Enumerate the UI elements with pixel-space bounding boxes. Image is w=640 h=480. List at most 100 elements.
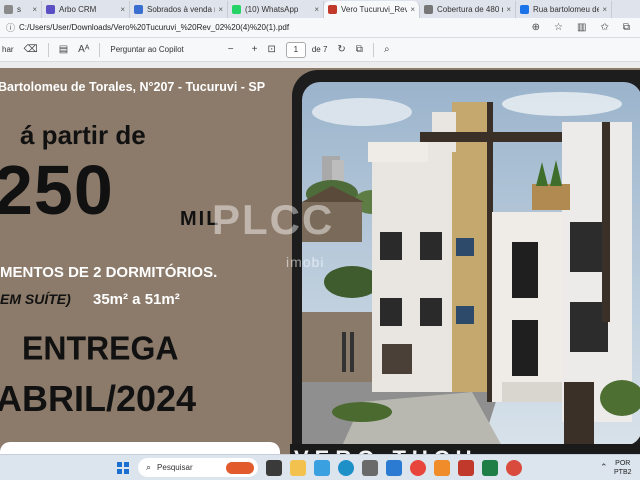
tab-favicon-icon [46,5,55,14]
browser-tab[interactable]: Arbo CRM × [42,1,130,18]
apartments-line: MENTOS DE 2 DORMITÓRIOS. [0,264,218,281]
from-label: á partir de [20,120,146,150]
bottom-banner: VERO TUCU [290,444,640,454]
browser-tab[interactable]: Cobertura de 480 m²× [420,1,516,18]
tab-label: Cobertura de 480 m² [437,5,503,14]
tray-lang: POR [615,460,631,467]
copilot-label: Perguntar ao Copilot [110,45,184,54]
tab-label: Rua bartolomeu de t [533,5,600,14]
address-bar: ⓘ C:/Users/User/Downloads/Vero%20Tucuruv… [0,18,640,38]
language-indicator[interactable]: POR PTB2 [614,459,632,477]
tab-label: Vero Tucuruvi_Rev_0 [341,5,407,14]
search-pdf-button[interactable]: ⌕ [384,44,390,55]
price-value: 250 [0,151,114,229]
pdf-toolbar: har ⌫ ▤ Aᴬ Perguntar ao Copilot − + ⊡ 1 … [0,38,640,62]
tab-close-icon[interactable]: × [410,5,415,14]
app-orange-icon[interactable] [434,460,450,476]
search-icon: ⌕ [383,44,390,55]
tray-expand-icon[interactable]: ⌃ [600,462,608,473]
file-explorer-icon[interactable] [290,460,306,476]
app-pdf-icon[interactable] [506,460,522,476]
plus-icon: + [251,44,258,55]
edge-browser-icon[interactable] [338,460,354,476]
delivery-date: ABRIL/2024 [0,378,197,419]
eraser-icon: ⌫ [23,44,38,55]
read-aloud-button[interactable]: Aᴬ [78,44,89,55]
tab-close-icon[interactable]: × [120,5,125,14]
page-layout-button[interactable]: ⧉ [356,44,363,55]
zoom-out-button[interactable]: − [228,44,234,55]
browser-tab[interactable]: Vero Tucuruvi_Rev_0× [324,1,420,18]
page-layout-icon: ⧉ [355,44,363,55]
browser-tab[interactable]: Sobrados à venda na× [130,1,228,18]
toolbar-divider [372,42,374,57]
favorites-bar-icon[interactable]: ✩ [600,22,608,33]
rotate-button[interactable]: ↻ [337,44,345,55]
property-address: Bartolomeu de Torales, N°207 - Tucuruvi … [0,80,266,94]
tab-close-icon[interactable]: × [218,5,223,14]
fit-page-button[interactable]: ⊡ [267,44,275,55]
tab-label: (10) WhatsApp [245,5,299,14]
collections-icon[interactable]: ⧉ [623,22,630,33]
tab-close-icon[interactable]: × [506,5,511,14]
tab-favicon-icon [328,5,337,14]
draw-label[interactable]: har [2,45,14,54]
browser-tab-strip: s×Arbo CRM×Sobrados à venda na×(10) What… [0,0,640,18]
store-icon[interactable] [386,460,402,476]
url-input[interactable]: C:/Users/User/Downloads/Vero%20Tucuruvi_… [19,23,532,32]
tab-label: s [17,5,21,14]
bottom-banner-text: VERO TUCU [294,446,478,454]
windows-taskbar: ⌕ Pesquisar ⌃ POR PTB2 [0,454,640,480]
search-highlight-badge [226,461,254,474]
read-aloud-icon: Aᴬ [78,44,90,55]
taskbar-search-label: Pesquisar [157,463,193,472]
building-rendering [302,82,640,446]
tab-close-icon[interactable]: × [32,5,37,14]
tab-favicon-icon [134,5,143,14]
tab-label: Arbo CRM [59,5,97,14]
tab-close-icon[interactable]: × [602,5,607,14]
page-number-input[interactable]: 1 [285,41,306,58]
task-view-icon[interactable] [266,460,282,476]
app-red-icon[interactable] [458,460,474,476]
toolbar-divider [47,42,49,57]
taskbar-search[interactable]: ⌕ Pesquisar [138,458,258,477]
tray-layout: PTB2 [614,469,632,476]
tab-close-icon[interactable]: × [314,5,319,14]
pdf-viewport[interactable]: Bartolomeu de Torales, N°207 - Tucuruvi … [0,62,640,454]
windows-start-icon[interactable] [117,462,129,474]
split-screen-icon[interactable]: ▥ [577,22,586,33]
favorite-icon[interactable]: ☆ [554,22,563,33]
page-total-label: de 7 [311,45,328,54]
tab-favicon-icon [520,5,529,14]
delivery-label: ENTREGA [22,329,179,367]
fit-page-icon: ⊡ [267,44,276,55]
file-info-icon[interactable]: ⓘ [6,21,15,34]
search-icon: ⌕ [146,462,152,472]
copilot-button[interactable]: Perguntar ao Copilot [110,45,183,54]
tab-favicon-icon [4,5,13,14]
minus-icon: − [227,44,234,55]
watermark-logo: PLCC [212,196,335,243]
excel-icon[interactable] [482,460,498,476]
tab-favicon-icon [232,5,241,14]
size-range: 35m² a 51m² [93,291,180,308]
tab-favicon-icon [424,5,433,14]
app-m-icon[interactable] [362,460,378,476]
page-view-icon: ▤ [58,44,69,55]
zoom-icon[interactable]: ⊕ [532,22,540,33]
edge-app-icon[interactable] [314,460,330,476]
browser-tab[interactable]: (10) WhatsApp × [228,1,324,18]
zoom-in-button[interactable]: + [252,44,258,55]
watermark-subtext: imobi [286,254,325,270]
toolbar-divider [99,42,101,57]
pdf-page: Bartolomeu de Torales, N°207 - Tucuruvi … [0,68,640,454]
chrome-icon[interactable] [410,460,426,476]
browser-tab[interactable]: s × [0,1,42,18]
suite-line: EM SUÍTE) [0,291,71,307]
rotate-icon: ↻ [337,44,346,55]
page-view-button[interactable]: ▤ [59,44,68,55]
browser-tab[interactable]: Rua bartolomeu de t × [516,1,612,18]
erase-button[interactable]: ⌫ [24,44,38,55]
bottom-white-strip [0,442,280,454]
